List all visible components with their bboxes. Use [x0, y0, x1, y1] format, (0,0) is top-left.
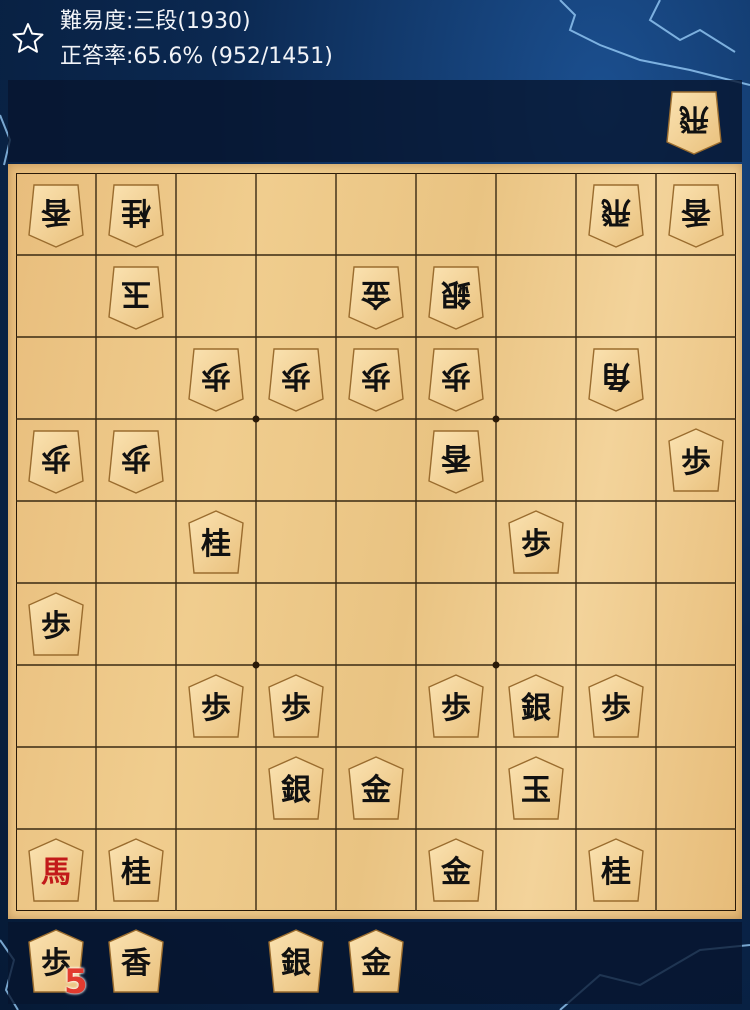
sente-hand-lance-piece[interactable]: 香 — [106, 928, 166, 996]
piece-glyph: 香 — [441, 440, 471, 475]
piece-glyph: 歩 — [441, 691, 471, 726]
piece-glyph: 銀 — [281, 773, 311, 808]
piece-glyph: 歩 — [41, 440, 71, 475]
sente-knight-piece[interactable]: 桂 — [106, 837, 166, 905]
piece-glyph: 角 — [601, 358, 631, 393]
gote-pawn-piece[interactable]: 歩 — [26, 427, 86, 495]
piece-glyph: 歩 — [41, 609, 71, 644]
difficulty-label: 難易度:三段(1930) — [60, 9, 251, 34]
sente-pawn-piece[interactable]: 歩 — [26, 591, 86, 659]
sente-knight-piece[interactable]: 桂 — [586, 837, 646, 905]
gote-pawn-piece[interactable]: 歩 — [426, 345, 486, 413]
gote-piece-stand — [8, 80, 742, 162]
sente-pawn-piece[interactable]: 歩 — [426, 673, 486, 741]
accuracy-label: 正答率:65.6% (952/1451) — [60, 44, 333, 69]
sente-gold-piece[interactable]: 金 — [346, 755, 406, 823]
piece-glyph: 飛 — [601, 194, 631, 229]
sente-gold-piece[interactable]: 金 — [426, 837, 486, 905]
sente-pawn-piece[interactable]: 歩 — [506, 509, 566, 577]
sente-pawn-piece[interactable]: 歩 — [266, 673, 326, 741]
gote-knight-piece[interactable]: 桂 — [106, 181, 166, 249]
piece-glyph: 銀 — [441, 276, 471, 311]
gote-gold-piece[interactable]: 金 — [346, 263, 406, 331]
piece-glyph: 金 — [361, 946, 391, 981]
gote-pawn-piece[interactable]: 歩 — [106, 427, 166, 495]
piece-glyph: 玉 — [121, 276, 151, 311]
gote-hand-rook-piece[interactable]: 飛 — [664, 88, 724, 156]
piece-glyph: 香 — [41, 194, 71, 229]
gote-pawn-piece[interactable]: 歩 — [266, 345, 326, 413]
piece-glyph: 金 — [361, 276, 391, 311]
piece-glyph: 歩 — [281, 358, 311, 393]
gote-rook-piece[interactable]: 飛 — [586, 181, 646, 249]
piece-glyph: 金 — [441, 855, 471, 890]
piece-glyph: 歩 — [521, 527, 551, 562]
sente-knight-piece[interactable]: 桂 — [186, 509, 246, 577]
piece-glyph: 馬 — [41, 855, 71, 890]
piece-glyph: 桂 — [121, 194, 151, 229]
gote-lance-piece[interactable]: 香 — [666, 181, 726, 249]
piece-glyph: 歩 — [201, 691, 231, 726]
gote-lance-piece[interactable]: 香 — [26, 181, 86, 249]
piece-glyph: 歩 — [361, 358, 391, 393]
piece-glyph: 歩 — [441, 358, 471, 393]
gote-bishop-piece[interactable]: 角 — [586, 345, 646, 413]
sente-hand-gold-piece[interactable]: 金 — [346, 928, 406, 996]
sente-hand-silver-piece[interactable]: 銀 — [266, 928, 326, 996]
piece-glyph: 歩 — [201, 358, 231, 393]
gote-king-piece[interactable]: 玉 — [106, 263, 166, 331]
piece-glyph: 歩 — [121, 440, 151, 475]
sente-horse-piece[interactable]: 馬 — [26, 837, 86, 905]
problem-header: 難易度:三段(1930) 正答率:65.6% (952/1451) — [0, 0, 750, 78]
sente-pawn-piece[interactable]: 歩 — [186, 673, 246, 741]
gote-lance-piece[interactable]: 香 — [426, 427, 486, 495]
pawn-count-badge: 5 — [64, 962, 88, 1002]
piece-glyph: 桂 — [121, 855, 151, 890]
shogi-board: 香桂飛香玉金銀歩歩歩歩角歩歩香歩桂歩歩歩歩歩銀歩銀金玉馬桂金桂 — [8, 164, 742, 919]
sente-pawn-piece[interactable]: 歩 — [586, 673, 646, 741]
sente-pawn-piece[interactable]: 歩 — [666, 427, 726, 495]
piece-glyph: 玉 — [521, 773, 551, 808]
piece-glyph: 金 — [361, 773, 391, 808]
sente-silver-piece[interactable]: 銀 — [266, 755, 326, 823]
piece-glyph: 銀 — [521, 691, 551, 726]
sente-silver-piece[interactable]: 銀 — [506, 673, 566, 741]
piece-glyph: 桂 — [201, 527, 231, 562]
piece-glyph: 歩 — [281, 691, 311, 726]
piece-glyph: 歩 — [601, 691, 631, 726]
sente-king-piece[interactable]: 玉 — [506, 755, 566, 823]
gote-pawn-piece[interactable]: 歩 — [186, 345, 246, 413]
gote-silver-piece[interactable]: 銀 — [426, 263, 486, 331]
piece-glyph: 飛 — [679, 101, 709, 136]
piece-glyph: 歩 — [681, 445, 711, 480]
star-outline-icon[interactable] — [12, 22, 44, 54]
gote-pawn-piece[interactable]: 歩 — [346, 345, 406, 413]
piece-glyph: 銀 — [281, 946, 311, 981]
piece-glyph: 桂 — [601, 855, 631, 890]
piece-glyph: 香 — [681, 194, 711, 229]
piece-glyph: 香 — [121, 946, 151, 981]
